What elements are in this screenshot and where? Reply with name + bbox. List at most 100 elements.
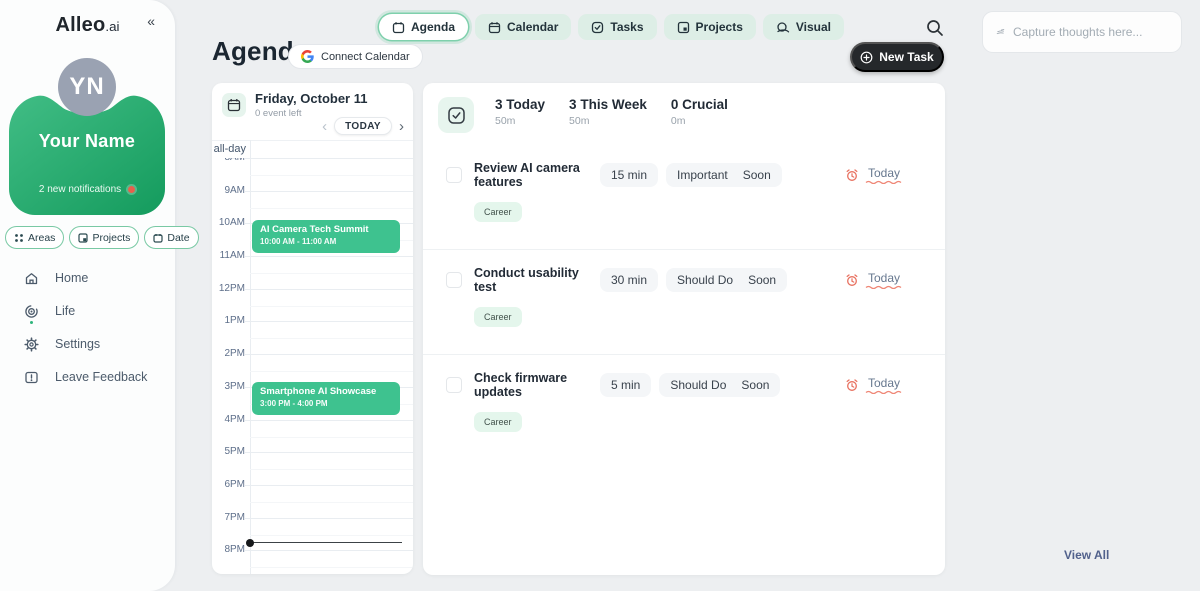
tasks-panel: 3 Today 50m 3 This Week 50m 0 Crucial 0m… bbox=[423, 83, 945, 575]
task-urgency-pill[interactable]: Soon bbox=[744, 268, 787, 292]
filter-tab-projects[interactable]: Projects bbox=[69, 226, 139, 249]
task-urgency-pill[interactable]: Soon bbox=[739, 163, 782, 187]
task-priority-group: Important Soon bbox=[666, 163, 782, 187]
task-priority-pill[interactable]: Should Do bbox=[666, 268, 744, 292]
projects-icon bbox=[677, 21, 690, 34]
view-all-link[interactable]: View All bbox=[1064, 548, 1109, 562]
task-urgency-pill[interactable]: Soon bbox=[737, 373, 780, 397]
task-priority-pill[interactable]: Should Do bbox=[659, 373, 737, 397]
task-checkbox[interactable] bbox=[446, 272, 462, 288]
sidebar-item-leave-feedback[interactable]: Leave Feedback bbox=[0, 361, 175, 393]
search-icon[interactable] bbox=[924, 17, 946, 39]
hour-label: 9AM bbox=[212, 185, 245, 196]
sidebar-nav: Home Life Settings Leave Feedback bbox=[0, 262, 175, 393]
sidebar: Alleo.ai « YN Your Name 2 new notificati… bbox=[0, 0, 175, 591]
stat-crucial[interactable]: 0 Crucial 0m bbox=[671, 97, 728, 127]
task-row: Conduct usability test 30 min Should Do … bbox=[423, 250, 945, 355]
filter-tab-areas[interactable]: Areas bbox=[5, 226, 64, 249]
calendar-event[interactable]: Smartphone AI Showcase 3:00 PM - 4:00 PM bbox=[252, 382, 400, 415]
tab-tasks[interactable]: Tasks bbox=[578, 14, 656, 40]
next-day-icon[interactable]: › bbox=[397, 119, 406, 134]
due-label: Today bbox=[868, 271, 900, 285]
task-tag[interactable]: Career bbox=[474, 202, 522, 222]
due-label: Today bbox=[868, 376, 900, 390]
stat-duration: 50m bbox=[569, 115, 647, 127]
scribble-icon bbox=[996, 25, 1005, 39]
connect-calendar-button[interactable]: Connect Calendar bbox=[288, 44, 423, 69]
task-due-badge[interactable]: Today bbox=[845, 166, 903, 184]
task-checkbox[interactable] bbox=[446, 167, 462, 183]
wavy-underline bbox=[865, 180, 903, 184]
visual-icon bbox=[776, 21, 790, 34]
logo-suffix: .ai bbox=[105, 19, 119, 34]
hour-row[interactable]: 8PM bbox=[212, 550, 413, 574]
capture-thoughts-input[interactable] bbox=[1013, 25, 1168, 39]
collapse-sidebar-icon[interactable]: « bbox=[147, 13, 155, 29]
filter-tab-date[interactable]: Date bbox=[144, 226, 198, 249]
tasks-icon bbox=[591, 21, 604, 34]
hour-label: 10AM bbox=[212, 217, 245, 228]
stat-this-week[interactable]: 3 This Week 50m bbox=[569, 97, 647, 127]
task-tag[interactable]: Career bbox=[474, 412, 522, 432]
plus-circle-icon bbox=[860, 51, 873, 64]
tab-visual[interactable]: Visual bbox=[763, 14, 844, 40]
calendar-event[interactable]: AI Camera Tech Summit 10:00 AM - 11:00 A… bbox=[252, 220, 400, 253]
calendar-panel: Friday, October 11 0 event left ‹ TODAY … bbox=[212, 83, 413, 574]
notifications-label: 2 new notifications bbox=[39, 184, 121, 195]
task-due-badge[interactable]: Today bbox=[845, 271, 903, 289]
tab-calendar[interactable]: Calendar bbox=[475, 14, 571, 40]
task-title[interactable]: Review AI camera features bbox=[474, 161, 600, 189]
notifications[interactable]: 2 new notifications bbox=[9, 184, 165, 195]
task-row: Check firmware updates 5 min Should Do S… bbox=[423, 355, 945, 459]
task-title[interactable]: Check firmware updates bbox=[474, 371, 600, 399]
calendar-day-icon bbox=[222, 93, 246, 117]
prev-day-icon[interactable]: ‹ bbox=[320, 119, 329, 134]
calendar-date-title: Friday, October 11 bbox=[255, 91, 367, 106]
task-priority-group: Should Do Soon bbox=[659, 373, 780, 397]
home-icon bbox=[24, 271, 39, 286]
task-title[interactable]: Conduct usability test bbox=[474, 266, 600, 294]
calendar-hour-grid: 8AM 9AM 10AM 11AM 12PM 1PM 2PM 3PM 4PM 5… bbox=[212, 158, 413, 574]
tasks-header: 3 Today 50m 3 This Week 50m 0 Crucial 0m bbox=[438, 97, 752, 133]
alarm-clock-icon bbox=[845, 168, 859, 182]
calendar-icon bbox=[488, 21, 501, 34]
hour-label: 11AM bbox=[212, 250, 245, 261]
task-row: Review AI camera features 15 min Importa… bbox=[423, 145, 945, 250]
hour-label: 2PM bbox=[212, 348, 245, 359]
all-day-label: all-day bbox=[212, 143, 246, 155]
today-button[interactable]: TODAY bbox=[334, 117, 392, 135]
tab-agenda[interactable]: Agenda bbox=[379, 14, 468, 40]
new-task-button[interactable]: New Task bbox=[850, 42, 944, 72]
wavy-underline bbox=[865, 390, 903, 394]
task-due-badge[interactable]: Today bbox=[845, 376, 903, 394]
task-duration-pill[interactable]: 30 min bbox=[600, 268, 658, 292]
agenda-icon bbox=[392, 21, 405, 34]
sidebar-item-home[interactable]: Home bbox=[0, 262, 175, 294]
all-day-row[interactable]: all-day bbox=[212, 140, 413, 158]
sidebar-item-settings[interactable]: Settings bbox=[0, 328, 175, 360]
stat-today[interactable]: 3 Today 50m bbox=[495, 97, 545, 127]
hour-label: 5PM bbox=[212, 446, 245, 457]
top-nav: Agenda Calendar Tasks Projects Visual bbox=[379, 14, 844, 40]
hour-label: 4PM bbox=[212, 414, 245, 425]
feedback-icon bbox=[24, 370, 39, 385]
due-label: Today bbox=[868, 166, 900, 180]
task-tag[interactable]: Career bbox=[474, 307, 522, 327]
task-priority-pill[interactable]: Important bbox=[666, 163, 739, 187]
current-time-indicator[interactable] bbox=[250, 542, 402, 543]
avatar[interactable]: YN bbox=[58, 58, 116, 116]
gear-icon bbox=[24, 337, 39, 352]
profile-name: Your Name bbox=[9, 131, 165, 152]
hour-label: 1PM bbox=[212, 315, 245, 326]
notification-dot-icon bbox=[128, 186, 135, 193]
tab-projects[interactable]: Projects bbox=[664, 14, 756, 40]
hour-label: 12PM bbox=[212, 283, 245, 294]
task-duration-pill[interactable]: 15 min bbox=[600, 163, 658, 187]
task-priority-group: Should Do Soon bbox=[666, 268, 787, 292]
task-duration-pill[interactable]: 5 min bbox=[600, 373, 651, 397]
sidebar-item-life[interactable]: Life bbox=[0, 295, 175, 327]
task-checkbox[interactable] bbox=[446, 377, 462, 393]
alarm-clock-icon bbox=[845, 273, 859, 287]
event-title: AI Camera Tech Summit bbox=[260, 224, 392, 236]
hour-label: 7PM bbox=[212, 512, 245, 523]
